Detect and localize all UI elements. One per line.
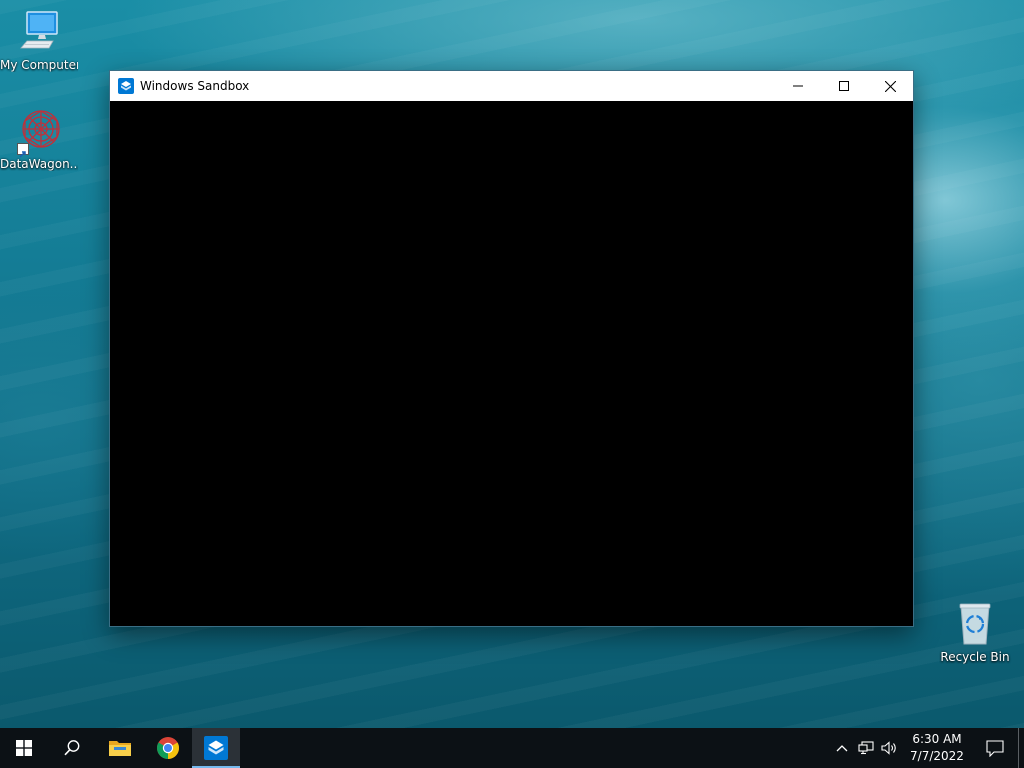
start-button[interactable] xyxy=(0,728,48,768)
desktop-icon-label: Recycle Bin xyxy=(940,650,1010,664)
window-titlebar[interactable]: Windows Sandbox xyxy=(110,71,913,101)
volume-button[interactable] xyxy=(878,728,902,768)
desktop-icon-my-computer[interactable]: My Computer xyxy=(0,8,78,72)
network-icon xyxy=(858,741,874,755)
maximize-icon xyxy=(839,81,849,91)
windows-logo-icon xyxy=(16,740,32,756)
close-button[interactable] xyxy=(867,71,913,101)
clock-time: 6:30 AM xyxy=(912,732,962,746)
action-center-button[interactable] xyxy=(972,728,1018,768)
chrome-icon xyxy=(157,737,179,759)
file-explorer-button[interactable] xyxy=(96,728,144,768)
minimize-button[interactable] xyxy=(775,71,821,101)
system-tray: 6:30 AM 7/7/2022 xyxy=(830,728,1024,768)
window-title: Windows Sandbox xyxy=(140,79,250,93)
windows-sandbox-taskbar-button[interactable] xyxy=(192,728,240,768)
network-button[interactable] xyxy=(854,728,878,768)
chevron-up-icon xyxy=(836,745,848,752)
sandbox-icon xyxy=(118,78,134,94)
maximize-button[interactable] xyxy=(821,71,867,101)
desktop-icon-recycle-bin[interactable]: Recycle Bin xyxy=(936,600,1014,664)
volume-icon xyxy=(881,741,896,755)
sandbox-icon xyxy=(204,736,228,760)
minimize-icon xyxy=(793,85,803,87)
desktop[interactable]: My Computer DataWagon... Recycle Bin Win… xyxy=(0,0,1024,768)
taskbar: 6:30 AM 7/7/2022 xyxy=(0,728,1024,768)
clock-date: 7/7/2022 xyxy=(910,749,964,763)
search-button[interactable] xyxy=(48,728,96,768)
recycle-bin-icon xyxy=(951,600,999,648)
monitor-icon xyxy=(15,8,63,56)
search-icon xyxy=(64,740,80,756)
shortcut-arrow-icon xyxy=(17,143,29,158)
desktop-icon-label: DataWagon... xyxy=(0,157,78,171)
desktop-icon-label: My Computer xyxy=(0,58,78,72)
notification-icon xyxy=(986,739,1004,757)
close-icon xyxy=(884,80,896,92)
chrome-button[interactable] xyxy=(144,728,192,768)
show-hidden-icons-button[interactable] xyxy=(830,728,854,768)
show-desktop-button[interactable] xyxy=(1018,728,1024,768)
desktop-icon-datawagon[interactable]: DataWagon... xyxy=(0,107,78,171)
datawagon-logo-icon xyxy=(15,107,63,158)
sandbox-window[interactable]: Windows Sandbox xyxy=(109,70,914,627)
sandbox-client-area[interactable] xyxy=(110,101,913,626)
taskbar-clock[interactable]: 6:30 AM 7/7/2022 xyxy=(902,728,972,768)
folder-icon xyxy=(109,741,131,756)
